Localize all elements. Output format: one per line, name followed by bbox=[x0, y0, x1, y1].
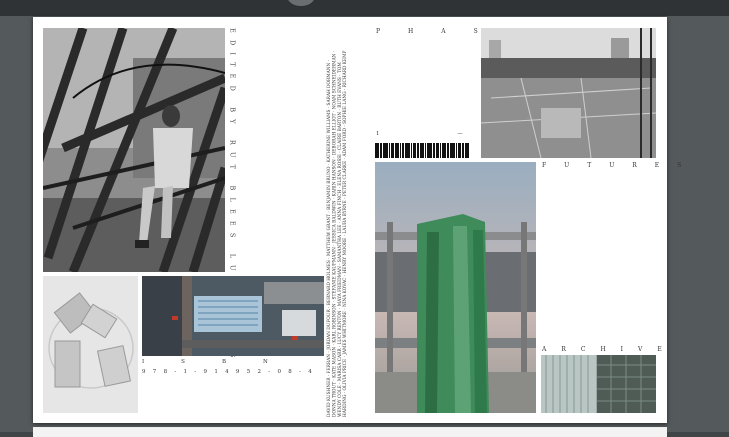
bricks-sculpture-photo bbox=[43, 276, 138, 413]
isbn-label: ISBN bbox=[142, 359, 305, 365]
barcode bbox=[375, 143, 478, 158]
book-spread-page[interactable]: EDITED BY RUT BLEES LUXEMBURG ISBN 978-1… bbox=[33, 17, 681, 423]
futures-label: FUTURES bbox=[542, 162, 700, 169]
isbn-number: 978-1-914952-08-4 bbox=[142, 369, 320, 375]
archive-facade-photo bbox=[541, 355, 656, 413]
next-page-edge[interactable] bbox=[33, 427, 667, 437]
worker-scaffold-photo bbox=[43, 28, 225, 272]
archive-label: ARCHIVE bbox=[542, 346, 677, 353]
contributor-list: DAVID KUSHNER · FERRAN · JORDAN DUFOUR ·… bbox=[327, 50, 349, 417]
viewer-toolbar bbox=[0, 0, 729, 16]
green-fabric-railing-photo bbox=[375, 162, 536, 413]
construction-site-photo bbox=[481, 28, 656, 158]
aerial-rooftop-photo bbox=[142, 276, 324, 356]
